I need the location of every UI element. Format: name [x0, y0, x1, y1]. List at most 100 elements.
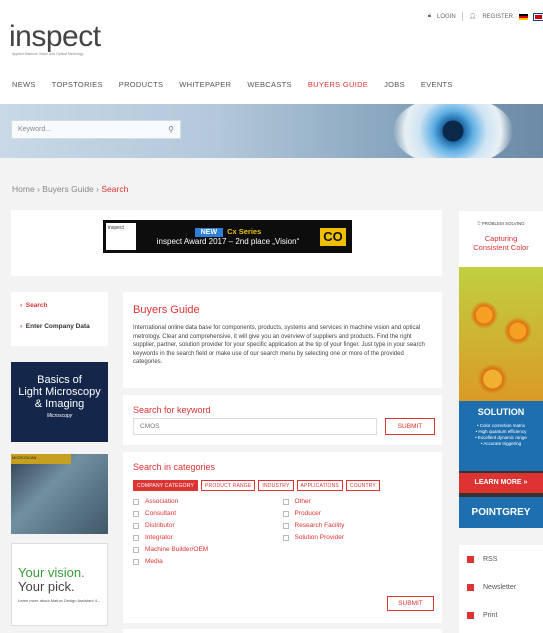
checkbox-icon[interactable] — [133, 558, 139, 565]
keyword-submit-button[interactable]: SUBMIT — [385, 418, 435, 435]
breadcrumb-current: Search — [101, 184, 129, 194]
category-checkbox[interactable]: Producer — [282, 510, 433, 517]
category-label: Machine Builder/OEM — [145, 546, 209, 553]
category-checkbox[interactable]: Consultant — [133, 510, 283, 517]
tab-company-category[interactable]: COMPANY CATEGORY — [133, 480, 199, 491]
category-checkbox[interactable]: Machine Builder/OEM — [133, 546, 283, 553]
nav-products[interactable]: PRODUCTS — [119, 80, 164, 89]
mail-icon — [467, 583, 474, 591]
buyers-guide-intro: Buyers Guide International online data b… — [123, 292, 442, 388]
category-label: Producer — [294, 510, 321, 517]
ad2-tag: MICROSCAN — [11, 454, 71, 464]
category-checkbox[interactable]: Media — [133, 558, 283, 565]
page-title: Buyers Guide — [133, 304, 200, 316]
newsletter-label: Newsletter — [483, 583, 517, 591]
rss-icon — [467, 555, 474, 563]
nav-events[interactable]: EVENTS — [421, 80, 453, 89]
checkbox-icon[interactable] — [133, 534, 139, 541]
ad-text: NEW Cx Series inspect Award 2017 – 2nd pl… — [136, 227, 320, 246]
tab-industry[interactable]: INDUSTRY — [258, 480, 294, 491]
category-label: Association — [145, 498, 179, 505]
search-placeholder: Keyword... — [18, 126, 52, 133]
category-column-1: Association Consultant Distributor Integ… — [133, 498, 283, 570]
login-link[interactable]: LOGIN — [437, 14, 456, 20]
site-header: inspect Applied Machine Vision and Optic… — [0, 0, 543, 104]
category-column-2: Other Producer Research Facility Solutio… — [282, 498, 433, 570]
uk-flag-icon[interactable] — [534, 13, 543, 20]
rss-label: RSS — [483, 555, 498, 563]
main-nav: NEWS TOPSTORIES PRODUCTS WHITEPAPER WEBC… — [12, 80, 453, 89]
search-icon[interactable]: ⚲ — [168, 125, 174, 134]
learn-more-button[interactable]: LEARN MORE » — [459, 473, 543, 493]
logo-subtitle: Applied Machine Vision and Optical Metro… — [12, 52, 84, 56]
nav-webcasts[interactable]: WEBCASTS — [247, 80, 292, 89]
checkbox-icon[interactable] — [133, 510, 139, 517]
top-ad-banner[interactable]: inspect NEW Cx Series inspect Award 2017 … — [103, 220, 352, 253]
microscopy-ad[interactable]: Basics of Light Microscopy & Imaging Mic… — [11, 362, 108, 442]
checkbox-icon[interactable] — [282, 534, 289, 541]
next-panel — [123, 629, 442, 633]
category-search-panel: Search in categories COMPANY CATEGORY PR… — [123, 452, 442, 623]
checkbox-icon[interactable] — [282, 522, 289, 529]
print-label: Print — [483, 611, 498, 619]
checkbox-icon[interactable] — [282, 510, 289, 517]
category-checkbox[interactable]: Association — [133, 498, 283, 505]
main-content: Buyers Guide International online data b… — [123, 292, 442, 633]
register-link[interactable]: REGISTER — [482, 14, 513, 20]
nav-news[interactable]: NEWS — [12, 80, 36, 89]
ad-solution: SOLUTION • Color correction matrix • Hig… — [459, 401, 543, 471]
ad-series: Cx Series — [227, 227, 262, 236]
category-tabs: COMPANY CATEGORY PRODUCT RANGE INDUSTRY … — [133, 480, 432, 491]
category-checkbox[interactable]: Other — [282, 498, 433, 505]
rss-link[interactable]: RSS — [459, 545, 543, 573]
nav-topstories[interactable]: TOPSTORIES — [52, 80, 103, 89]
page: inspect Applied Machine Vision and Optic… — [0, 0, 543, 633]
breadcrumb-separator: › — [96, 184, 99, 194]
ad-feature: • Accurate triggering — [480, 441, 522, 446]
print-link[interactable]: Print — [459, 601, 543, 629]
german-flag-icon[interactable] — [519, 13, 528, 20]
left-menu-search[interactable]: › Search — [20, 302, 108, 309]
keyword-input[interactable]: CMOS — [133, 418, 377, 435]
top-ad-container: inspect NEW Cx Series inspect Award 2017 … — [11, 210, 442, 276]
breadcrumb-home[interactable]: Home — [12, 184, 35, 194]
breadcrumb-buyers-guide[interactable]: Buyers Guide — [42, 184, 94, 194]
checkbox-icon[interactable] — [282, 498, 289, 505]
ad-brand: POINTGREY — [459, 497, 543, 528]
ad-tag-label: PROBLEM SOLVING — [481, 221, 525, 226]
category-label: Distributor — [145, 522, 175, 529]
matrox-ad[interactable]: Your vision. Your pick. Learn more about… — [11, 543, 108, 626]
ad1-line2: Light Microscopy — [18, 386, 101, 398]
pointgrey-ad[interactable]: 💡︎ PROBLEM SOLVING Capturing Consistent … — [459, 211, 543, 528]
lock-icon: 🔒︎ — [427, 13, 432, 19]
search-input[interactable]: Keyword... ⚲ — [11, 120, 181, 139]
left-menu: › Search › Enter Company Data — [11, 292, 108, 346]
nav-whitepaper[interactable]: WHITEPAPER — [179, 80, 231, 89]
ad-tag: 💡︎ PROBLEM SOLVING — [461, 219, 541, 228]
tab-product-range[interactable]: PRODUCT RANGE — [201, 480, 256, 491]
eye-image — [393, 104, 513, 158]
category-submit-button[interactable]: SUBMIT — [387, 596, 434, 611]
checkbox-icon[interactable] — [133, 498, 139, 505]
intro-text: International online data base for compo… — [133, 325, 425, 365]
share-box: RSS Newsletter Print — [459, 545, 543, 633]
ad-co-mark: CO — [320, 227, 346, 246]
breadcrumb-separator: › — [37, 184, 40, 194]
print-icon — [467, 611, 474, 619]
left-menu-enter-company[interactable]: › Enter Company Data — [20, 323, 108, 330]
checkbox-icon[interactable] — [133, 546, 139, 553]
checkbox-icon[interactable] — [133, 522, 139, 529]
newsletter-link[interactable]: Newsletter — [459, 573, 543, 601]
ad-award: inspect Award 2017 – 2nd place „Vision“ — [156, 237, 300, 246]
category-checkbox[interactable]: Integrator — [133, 534, 283, 541]
category-checkbox[interactable]: Research Facility — [282, 522, 433, 529]
nav-buyers-guide[interactable]: BUYERS GUIDE — [308, 80, 368, 89]
nav-jobs[interactable]: JOBS — [384, 80, 405, 89]
keyword-search-panel: Search for keyword CMOS SUBMIT — [123, 395, 442, 445]
tab-applications[interactable]: APPLICATIONS — [296, 480, 343, 491]
microscan-ad[interactable]: MICROSCAN — [11, 454, 108, 534]
site-logo[interactable]: inspect — [9, 20, 101, 54]
category-checkbox[interactable]: Distributor — [133, 522, 283, 529]
tab-country[interactable]: COUNTRY — [345, 480, 380, 491]
category-checkbox[interactable]: Solution Provider — [282, 534, 433, 541]
